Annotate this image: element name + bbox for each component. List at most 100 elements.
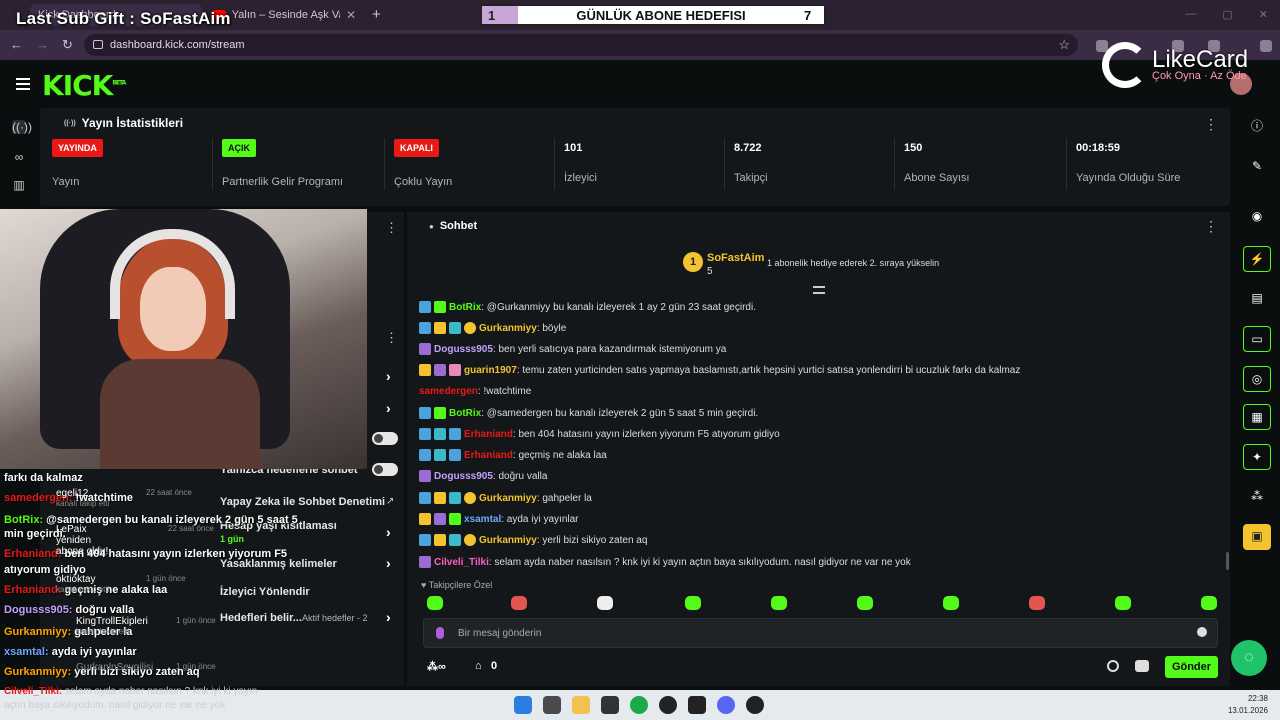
- emote-icon[interactable]: [597, 596, 613, 610]
- send-button[interactable]: Gönder: [1165, 656, 1218, 678]
- goal-target: 7: [804, 7, 812, 23]
- emoji-icon[interactable]: [1197, 627, 1207, 637]
- rank-coin-icon: 1: [683, 252, 703, 272]
- address-bar[interactable]: dashboard.kick.com/stream ☆: [84, 34, 1078, 56]
- chevron-right-icon[interactable]: ›: [386, 555, 391, 571]
- reload-icon[interactable]: ↻: [62, 37, 73, 53]
- leaderboard-cta: 1 abonelik hediye ederek 2. sıraya yükse…: [767, 258, 940, 268]
- emote-icon[interactable]: [427, 596, 443, 610]
- link-icon[interactable]: ∞: [12, 150, 26, 164]
- system-clock[interactable]: 22:38 13.01.2026: [1228, 693, 1268, 717]
- new-tab-button[interactable]: +: [372, 6, 381, 23]
- back-icon[interactable]: ←: [10, 37, 23, 52]
- emote-icon[interactable]: [1029, 596, 1045, 610]
- camera-icon[interactable]: ◉: [1243, 204, 1271, 230]
- setting-ai-moderation[interactable]: Yapay Zeka ile Sohbet Denetimi: [220, 496, 385, 508]
- community-icon[interactable]: ⁂: [1243, 484, 1271, 510]
- stat-partner: AÇIK Partnerlik Gelir Programı: [212, 138, 382, 194]
- stat-label: Çoklu Yayın: [394, 176, 453, 188]
- stream-chat-overlay: farkı da kalmaz samedergen: !watchtime B…: [0, 470, 298, 690]
- maximize-icon[interactable]: ▢: [1222, 8, 1232, 21]
- wrench-icon[interactable]: ✦: [1243, 444, 1271, 470]
- more-options-icon[interactable]: ⋮: [1204, 218, 1218, 235]
- chat-message: guarin1907: temu zaten yurticinden satıs…: [419, 361, 1020, 379]
- emote-icon[interactable]: [771, 596, 787, 610]
- notes-icon[interactable]: ▤: [1243, 286, 1271, 312]
- emote-icon[interactable]: [857, 596, 873, 610]
- store-icon[interactable]: ⌂: [475, 660, 482, 672]
- chrome-icon[interactable]: [630, 696, 648, 714]
- help-chat-button[interactable]: ◌: [1231, 640, 1267, 676]
- chat-bottom-bar: ⁂∞ ⌂ 0 Gönder: [423, 656, 1223, 680]
- site-info-icon[interactable]: [93, 40, 103, 49]
- leader-username[interactable]: SoFastAim: [707, 252, 764, 264]
- stat-label: Yayında Olduğu Süre: [1076, 172, 1181, 184]
- store-count: 0: [491, 660, 498, 672]
- chat-scrollbar[interactable]: [1226, 552, 1229, 570]
- menu-icon[interactable]: [16, 78, 30, 93]
- chat-message: Gurkanmiyy: böyle: [419, 319, 566, 337]
- bookmark-star-icon[interactable]: ☆: [1058, 37, 1070, 53]
- stat-label: Yayın: [52, 176, 80, 188]
- chevron-right-icon[interactable]: ›: [386, 400, 391, 416]
- app-icon[interactable]: [688, 696, 706, 714]
- stats-title: Yayın İstatistikleri: [64, 116, 183, 130]
- emote-icon[interactable]: [511, 596, 527, 610]
- chat-input[interactable]: Bir mesaj gönderin: [423, 618, 1218, 648]
- chat-icon[interactable]: ▭: [1243, 326, 1271, 352]
- event-follow: egeli12 kanalı takip etti 22 saat önce: [56, 488, 192, 508]
- chevron-right-icon[interactable]: ›: [386, 368, 391, 384]
- emote-bar: [423, 596, 1223, 616]
- chat-panel: Sohbet ⋮ 1 SoFastAim 5 1 abonelik hediye…: [407, 212, 1230, 686]
- chat-message-list: BotRix: @Gurkanmiyy bu kanalı izleyerek …: [419, 298, 1219, 568]
- clip-icon[interactable]: ▣: [1243, 524, 1271, 550]
- discord-icon[interactable]: [717, 696, 735, 714]
- lightning-icon[interactable]: ⚡: [1243, 246, 1271, 272]
- app-icon[interactable]: [659, 696, 677, 714]
- close-tab-icon[interactable]: ✕: [346, 8, 356, 22]
- more-options-icon[interactable]: ⋮: [385, 330, 398, 346]
- more-options-icon[interactable]: ⋮: [1204, 116, 1218, 133]
- app-icon[interactable]: [746, 696, 764, 714]
- event-follow: GurkanlnSevgilisi 1 gün önce: [76, 662, 216, 673]
- emote-icon[interactable]: [943, 596, 959, 610]
- ticker-line: açtın baya sıkılıyodum. nasıl gidiyor ne…: [4, 700, 226, 711]
- info-icon[interactable]: ⓘ: [1243, 114, 1271, 140]
- follow-icon[interactable]: [1135, 660, 1149, 672]
- kick-logo[interactable]: KICKBETA: [42, 69, 126, 102]
- browser-toolbar: ← → ↻ dashboard.kick.com/stream ☆: [0, 30, 1280, 60]
- layout-icon[interactable]: ▦: [1243, 404, 1271, 430]
- toggle-switch[interactable]: [372, 463, 398, 476]
- chevron-right-icon[interactable]: ›: [386, 609, 391, 625]
- minimize-icon[interactable]: —: [1185, 8, 1196, 21]
- more-options-icon[interactable]: ⋮: [385, 220, 398, 236]
- event-resub: LePaix yeniden abone oldu! 22 saat önce: [56, 524, 214, 557]
- last-sub-gift-overlay: Last Sub Gift : SoFastAim: [16, 9, 231, 28]
- channel-points-icon[interactable]: ⁂∞: [427, 660, 446, 673]
- chat-message: Cilveli_Tilki: selam ayda naber nasılsın…: [419, 553, 911, 571]
- emote-icon[interactable]: [1115, 596, 1131, 610]
- webcam-overlay: [0, 209, 367, 469]
- microphone-icon[interactable]: [436, 627, 444, 639]
- toggle-switch[interactable]: [372, 432, 398, 445]
- chat-message: samedergen: !watchtime: [419, 385, 532, 397]
- followers-only-label: Takipçilere Özel: [421, 580, 493, 590]
- chevron-right-icon[interactable]: ›: [386, 524, 391, 540]
- emote-icon[interactable]: [1201, 596, 1217, 610]
- active-goals-label: Aktif hedefler - 2: [302, 613, 368, 623]
- multistream-badge: KAPALI: [394, 139, 439, 157]
- forward-icon[interactable]: →: [36, 37, 49, 52]
- chat-message: Dogusss905: doğru valla: [419, 467, 547, 485]
- emote-icon[interactable]: [685, 596, 701, 610]
- filter-icon[interactable]: [813, 286, 825, 294]
- chat-message: Erhaniand: geçmiş ne alaka laa: [419, 446, 607, 464]
- external-link-icon[interactable]: ↗: [386, 496, 394, 507]
- close-window-icon[interactable]: ✕: [1259, 8, 1268, 21]
- stream-icon[interactable]: ((·)): [12, 120, 32, 134]
- analytics-icon[interactable]: ▥: [12, 178, 26, 192]
- broadcast-icon[interactable]: ◎: [1243, 366, 1271, 392]
- ticker-line: Cilveli_Tilki: selam ayda naber nasılsın…: [4, 686, 258, 697]
- settings-gear-icon[interactable]: [1107, 660, 1119, 672]
- obs-icon[interactable]: [601, 696, 619, 714]
- edit-icon[interactable]: ✎: [1243, 154, 1271, 180]
